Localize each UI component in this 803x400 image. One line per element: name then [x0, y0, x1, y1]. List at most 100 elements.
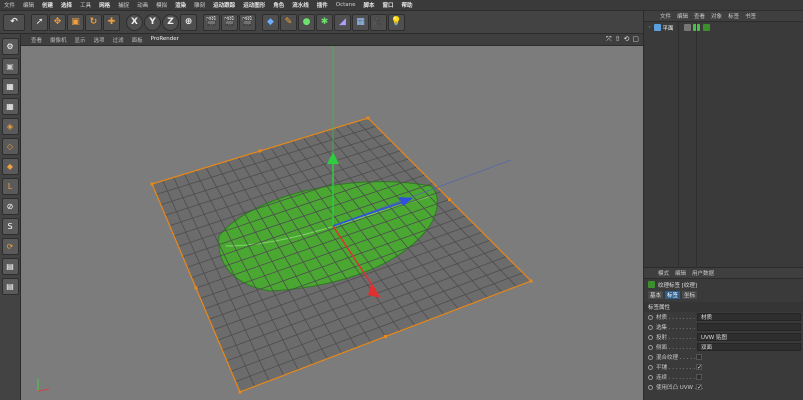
x-axis-button[interactable]: X: [126, 13, 143, 31]
property-dot[interactable]: [648, 384, 653, 390]
property-checkbox[interactable]: [696, 354, 702, 360]
attribute-mode-tab[interactable]: 坐标: [682, 291, 698, 299]
property-field[interactable]: UVW 贴图: [697, 333, 801, 341]
property-checkbox[interactable]: ✓: [696, 384, 702, 391]
property-checkbox[interactable]: ✓: [696, 364, 702, 371]
render-view-button[interactable]: 🎬: [203, 13, 220, 31]
menu-item[interactable]: 雕刻: [194, 1, 205, 9]
array-icon[interactable]: ✱: [316, 13, 333, 31]
viewport-nav-icon[interactable]: ▢: [632, 35, 639, 44]
viewport-menu-item[interactable]: 过滤: [113, 36, 124, 44]
menu-item[interactable]: 创建: [42, 1, 53, 9]
cube-icon[interactable]: ◆: [262, 13, 279, 31]
edge-mode-icon[interactable]: ◇: [1, 138, 19, 155]
menu-item[interactable]: 模拟: [156, 1, 167, 9]
attribute-mode-tab[interactable]: 基本: [648, 291, 664, 299]
menu-item[interactable]: Octane: [336, 2, 356, 8]
add-tool-button[interactable]: ✚: [103, 13, 120, 31]
visibility-icon[interactable]: [683, 24, 691, 31]
polygon-mode-icon[interactable]: ◆: [1, 158, 19, 175]
menu-item[interactable]: 编辑: [23, 1, 34, 9]
menu-item[interactable]: 运动跟踪: [213, 1, 235, 9]
camera-icon[interactable]: 🎥: [370, 13, 387, 31]
menu-item[interactable]: 渲染: [175, 1, 186, 9]
attribute-menu-tab[interactable]: 编辑: [675, 269, 686, 277]
object-manager-tab[interactable]: 标签: [728, 12, 739, 20]
viewport-nav-icon[interactable]: ⟲: [624, 35, 630, 44]
magnet-icon[interactable]: ⟳: [1, 238, 19, 255]
viewport-menu-item[interactable]: 显示: [75, 36, 86, 44]
object-manager-tab[interactable]: 对象: [711, 12, 722, 20]
viewport-nav-icon[interactable]: ⤧: [606, 35, 612, 44]
menu-item[interactable]: 文件: [4, 1, 15, 9]
grid-icon[interactable]: ▤: [1, 278, 19, 295]
menu-item[interactable]: 动画: [137, 1, 148, 9]
object-manager-tab[interactable]: 书签: [745, 12, 756, 20]
z-axis-button[interactable]: Z: [162, 13, 179, 31]
scale-tool-button[interactable]: ▣: [67, 13, 84, 31]
point-mode-icon[interactable]: ◈: [1, 118, 19, 135]
rotate-tool-button[interactable]: ↻: [85, 13, 102, 31]
coordinate-system-button[interactable]: ⊕: [180, 13, 197, 31]
attribute-menu-tab[interactable]: 模式: [658, 269, 669, 277]
make-editable-icon[interactable]: ⚙: [1, 38, 19, 55]
model-mode-icon[interactable]: ▣: [1, 58, 19, 75]
plane-handle: [194, 286, 198, 290]
menu-item[interactable]: 捕捉: [118, 1, 129, 9]
menu-item[interactable]: 选择: [61, 1, 72, 9]
deformer-icon[interactable]: ◢: [334, 13, 351, 31]
snap-icon[interactable]: S: [1, 218, 19, 235]
perspective-viewport[interactable]: [21, 46, 643, 400]
menu-item[interactable]: 窗口: [383, 1, 394, 9]
property-dot[interactable]: [648, 344, 653, 350]
texture-mode-icon[interactable]: ▦: [1, 78, 19, 95]
menu-item[interactable]: 工具: [80, 1, 91, 9]
object-manager-tab[interactable]: 文件: [660, 12, 671, 20]
object-manager-tab[interactable]: 查看: [694, 12, 705, 20]
axis-mode-icon[interactable]: L: [1, 178, 19, 195]
menu-item[interactable]: 脚本: [364, 1, 375, 9]
viewport-menu-item[interactable]: 面板: [132, 36, 143, 44]
render-picture-viewer-button[interactable]: 🎬: [221, 13, 238, 31]
viewport-menu-item[interactable]: 查看: [31, 36, 42, 44]
tweak-mode-icon[interactable]: ⊘: [1, 198, 19, 215]
property-field[interactable]: [697, 323, 801, 331]
viewport-menu-item[interactable]: 选项: [94, 36, 105, 44]
light-icon[interactable]: 💡: [388, 13, 405, 31]
property-checkbox[interactable]: [696, 374, 702, 380]
object-manager-tab[interactable]: 编辑: [677, 12, 688, 20]
texture-tag-icon[interactable]: [702, 24, 710, 31]
subdivision-icon[interactable]: ●: [298, 13, 315, 31]
viewport-nav-icon[interactable]: ⇧: [615, 35, 621, 44]
undo-button[interactable]: ↶: [3, 13, 25, 31]
menu-item[interactable]: 帮助: [402, 1, 413, 9]
menu-item[interactable]: 角色: [273, 1, 284, 9]
menu-item[interactable]: 网格: [99, 1, 110, 9]
property-dot[interactable]: [648, 334, 653, 340]
menu-item[interactable]: 插件: [317, 1, 328, 9]
attribute-mode-tab[interactable]: 标签: [665, 291, 681, 299]
property-label: 材质 . . . . . . . .: [656, 315, 695, 321]
attribute-menu-tab[interactable]: 用户数据: [692, 269, 714, 277]
move-tool-button[interactable]: ✥: [49, 13, 66, 31]
object-row-plane[interactable]: ◦ 平面: [644, 22, 803, 33]
viewport-menu-item[interactable]: 摄像机: [50, 36, 67, 44]
object-name[interactable]: 平面: [663, 24, 674, 32]
viewport-menu-item[interactable]: ProRender: [151, 36, 179, 44]
property-field[interactable]: 材质: [697, 313, 801, 321]
property-dot[interactable]: [648, 354, 653, 360]
workplane-icon[interactable]: ▦: [1, 98, 19, 115]
property-field[interactable]: 双面: [697, 343, 801, 351]
property-dot[interactable]: [648, 324, 653, 330]
render-settings-button[interactable]: 🎬: [239, 13, 256, 31]
floor-icon[interactable]: ▦: [352, 13, 369, 31]
y-axis-button[interactable]: Y: [144, 13, 161, 31]
select-tool-button[interactable]: ➚: [31, 13, 48, 31]
workplane-lock-icon[interactable]: ▤: [1, 258, 19, 275]
property-dot[interactable]: [648, 374, 653, 380]
menu-item[interactable]: 运动图形: [243, 1, 265, 9]
menu-item[interactable]: 流水线: [292, 1, 309, 9]
pen-icon[interactable]: ✎: [280, 13, 297, 31]
property-dot[interactable]: [648, 364, 653, 370]
property-dot[interactable]: [648, 314, 653, 320]
